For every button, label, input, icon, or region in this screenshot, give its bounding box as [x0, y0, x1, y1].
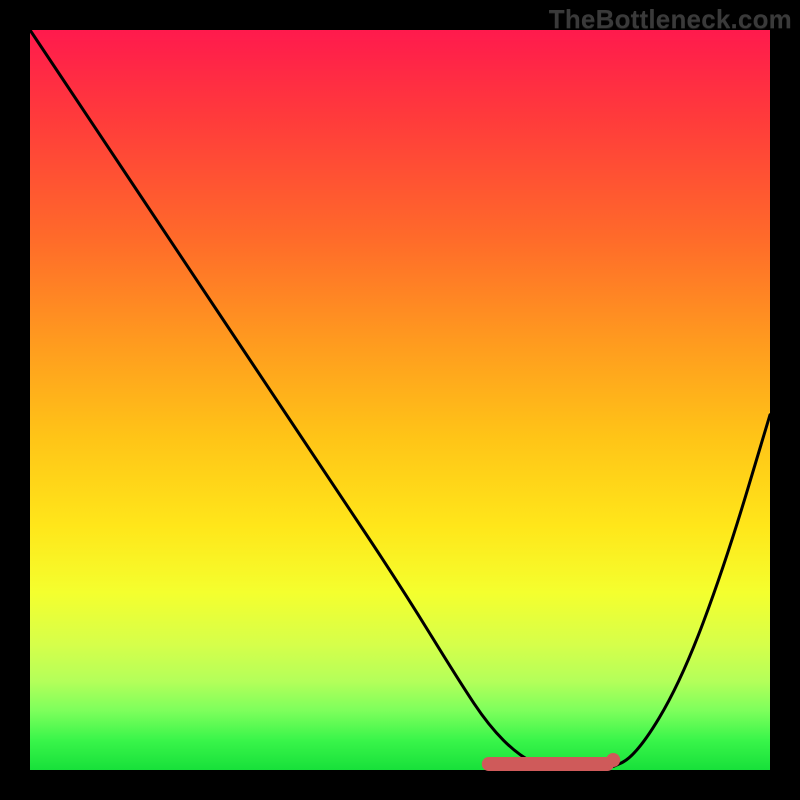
watermark-text: TheBottleneck.com	[549, 4, 792, 35]
bottleneck-curve	[30, 30, 770, 770]
chart-frame: TheBottleneck.com	[0, 0, 800, 800]
chart-svg	[30, 30, 770, 770]
optimal-zone-end-dot	[606, 753, 620, 767]
